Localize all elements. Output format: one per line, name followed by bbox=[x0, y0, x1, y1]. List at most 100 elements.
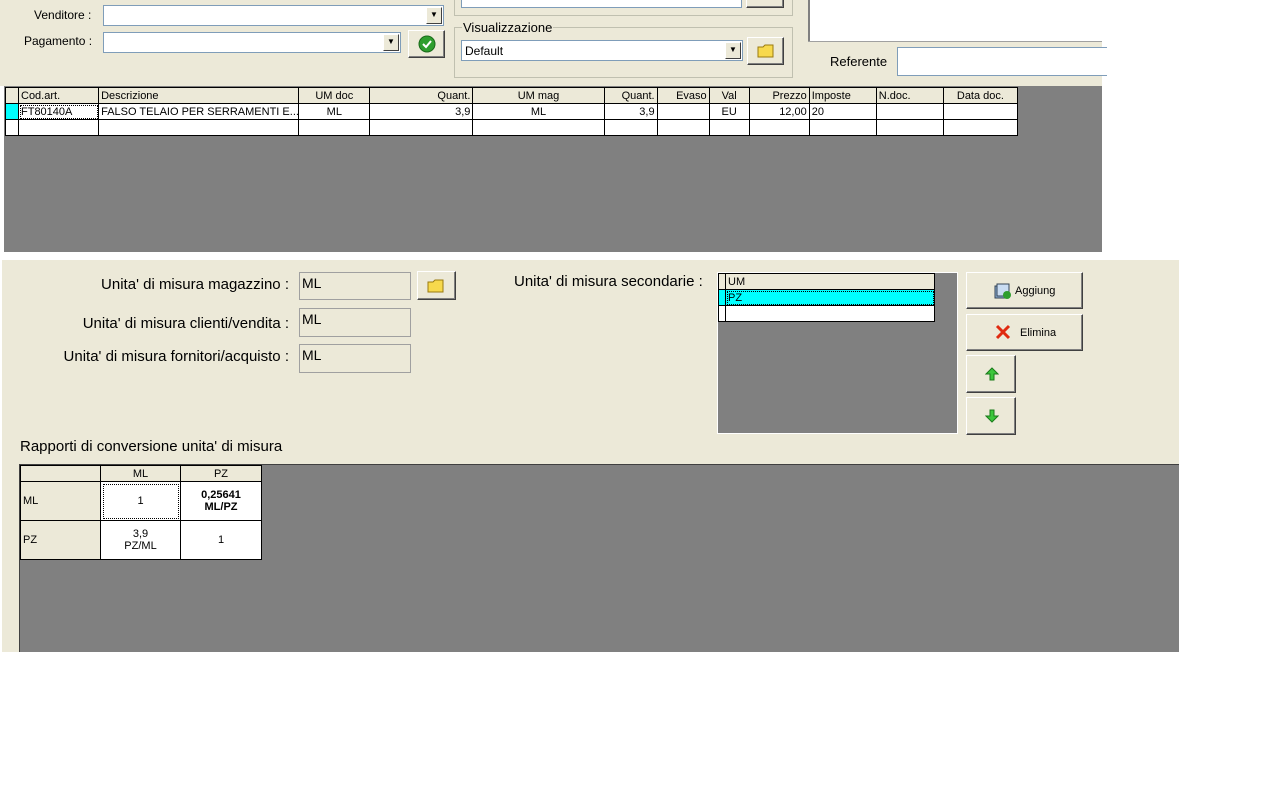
elimina-label: Elimina bbox=[1020, 327, 1057, 339]
cell-cod-art[interactable]: FT80140A bbox=[17, 103, 100, 120]
conversion-value: 1 bbox=[217, 534, 225, 546]
cell-quant[interactable]: 3,9 bbox=[369, 103, 474, 120]
cell-data-doc[interactable] bbox=[942, 119, 1019, 136]
cell-cod-art[interactable] bbox=[17, 119, 100, 136]
cell-prezzo[interactable]: 12,00 bbox=[748, 103, 810, 120]
col-header[interactable]: Val bbox=[708, 87, 750, 104]
um-secondaria-cell[interactable] bbox=[725, 305, 935, 322]
conversion-grid[interactable]: ML PZ ML 1 0,25641 ML/PZ PZ 3,9 PZ/ML 1 bbox=[20, 465, 262, 560]
col-header[interactable]: Data doc. bbox=[942, 87, 1019, 104]
cell-um-doc[interactable]: ML bbox=[298, 103, 371, 120]
chevron-down-icon[interactable]: ▼ bbox=[725, 42, 741, 59]
col-header[interactable]: ML bbox=[100, 465, 181, 482]
chevron-down-icon[interactable]: ▼ bbox=[426, 7, 442, 24]
um-vendita-field[interactable]: ML bbox=[299, 308, 411, 337]
upper-partial-field[interactable] bbox=[461, 0, 742, 8]
col-header[interactable]: Descrizione bbox=[98, 87, 300, 104]
cell-data-doc[interactable] bbox=[942, 103, 1019, 120]
cell-evaso[interactable] bbox=[656, 119, 710, 136]
chevron-down-icon[interactable]: ▼ bbox=[383, 34, 399, 51]
conversion-cell[interactable]: 0,25641 ML/PZ bbox=[180, 481, 262, 521]
col-header[interactable]: Evaso bbox=[656, 87, 710, 104]
conversion-unit: ML/PZ bbox=[204, 501, 238, 513]
row-indicator-header bbox=[5, 87, 19, 104]
aggiungi-button[interactable]: Aggiung bbox=[966, 272, 1083, 309]
cell-descrizione[interactable]: FALSO TELAIO PER SERRAMENTI E... bbox=[98, 103, 300, 120]
cell-evaso[interactable] bbox=[656, 103, 710, 120]
col-header[interactable]: Imposte bbox=[808, 87, 877, 104]
cell-imposte[interactable]: 20 bbox=[808, 103, 877, 120]
cell-val[interactable] bbox=[708, 119, 750, 136]
col-header[interactable]: Quant. bbox=[603, 87, 658, 104]
um-acquisto-field[interactable]: ML bbox=[299, 344, 411, 373]
col-header[interactable]: Prezzo bbox=[748, 87, 810, 104]
conversion-value: 3,9 bbox=[132, 528, 149, 540]
um-magazzino-folder-button[interactable] bbox=[417, 271, 456, 300]
cell-um-mag[interactable]: ML bbox=[472, 103, 605, 120]
top-right-divider bbox=[808, 0, 810, 42]
elimina-button[interactable]: Elimina bbox=[966, 314, 1083, 351]
pagamento-label: Pagamento : bbox=[24, 34, 93, 48]
row-header: ML bbox=[20, 481, 101, 521]
um-secondarie-header: UM bbox=[718, 273, 935, 290]
col-header[interactable]: UM mag bbox=[472, 87, 605, 104]
row-indicator[interactable] bbox=[5, 119, 19, 136]
row-indicator[interactable] bbox=[5, 103, 19, 120]
conversion-value: 0,25641 bbox=[201, 489, 241, 501]
col-header[interactable]: UM bbox=[725, 273, 935, 290]
conversion-value: 1 bbox=[137, 495, 144, 507]
referente-input[interactable] bbox=[897, 47, 1107, 76]
row-indicator[interactable] bbox=[718, 305, 726, 322]
conversion-cell[interactable]: 1 bbox=[100, 481, 181, 521]
um-magazzino-label: Unita' di misura magazzino : bbox=[101, 276, 289, 293]
cell-quant[interactable] bbox=[369, 119, 474, 136]
row-indicator[interactable] bbox=[718, 289, 726, 306]
arrow-down-icon bbox=[985, 409, 999, 423]
add-icon bbox=[994, 283, 1011, 299]
cell-text: PZ bbox=[728, 291, 743, 304]
um-secondarie-grid[interactable]: UM PZ bbox=[718, 273, 935, 322]
col-header[interactable]: PZ bbox=[180, 465, 262, 482]
table-row[interactable]: ML 1 0,25641 ML/PZ bbox=[20, 481, 262, 521]
col-header bbox=[20, 465, 101, 482]
um-secondaria-cell[interactable]: PZ bbox=[725, 289, 935, 306]
cell-text: FT80140A bbox=[21, 105, 73, 118]
cell-descrizione[interactable] bbox=[98, 119, 300, 136]
um-acquisto-value: ML bbox=[302, 347, 322, 363]
table-row[interactable]: PZ 3,9 PZ/ML 1 bbox=[20, 520, 262, 560]
um-vendita-value: ML bbox=[302, 311, 322, 327]
pagamento-combo[interactable]: ▼ bbox=[103, 32, 401, 53]
cell-imposte[interactable] bbox=[808, 119, 877, 136]
move-up-button[interactable] bbox=[966, 355, 1016, 393]
list-item[interactable] bbox=[718, 305, 935, 322]
cell-ndoc[interactable] bbox=[875, 103, 944, 120]
cell-val[interactable]: EU bbox=[708, 103, 750, 120]
cell-quant-mag[interactable] bbox=[603, 119, 658, 136]
conversion-cell[interactable]: 3,9 PZ/ML bbox=[100, 520, 181, 560]
cell-um-doc[interactable] bbox=[298, 119, 371, 136]
visualizzazione-folder-button[interactable] bbox=[747, 37, 784, 65]
cell-quant-mag[interactable]: 3,9 bbox=[603, 103, 658, 120]
col-header[interactable]: Cod.art. bbox=[17, 87, 100, 104]
um-magazzino-field[interactable]: ML bbox=[299, 272, 411, 300]
move-down-button[interactable] bbox=[966, 397, 1016, 435]
venditore-combo[interactable]: ▼ bbox=[103, 5, 444, 26]
table-row[interactable] bbox=[5, 119, 1019, 136]
upper-partial-button[interactable] bbox=[746, 0, 784, 8]
lines-grid-header: Cod.art. Descrizione UM doc Quant. UM ma… bbox=[5, 87, 1019, 104]
row-header: PZ bbox=[20, 520, 101, 560]
visualizzazione-combo[interactable]: Default ▼ bbox=[461, 40, 743, 61]
table-row[interactable]: FT80140A FALSO TELAIO PER SERRAMENTI E..… bbox=[5, 103, 1019, 120]
list-item[interactable]: PZ bbox=[718, 289, 935, 306]
confirm-pagamento-button[interactable] bbox=[408, 30, 445, 58]
cell-prezzo[interactable] bbox=[748, 119, 810, 136]
delete-x-icon bbox=[995, 324, 1011, 340]
cell-um-mag[interactable] bbox=[472, 119, 605, 136]
col-header[interactable]: UM doc bbox=[298, 87, 371, 104]
col-header[interactable]: Quant. bbox=[369, 87, 474, 104]
conversion-cell[interactable]: 1 bbox=[180, 520, 262, 560]
lines-grid[interactable]: Cod.art. Descrizione UM doc Quant. UM ma… bbox=[5, 87, 1019, 136]
aggiungi-label: Aggiung bbox=[1015, 285, 1056, 297]
col-header[interactable]: N.doc. bbox=[875, 87, 944, 104]
cell-ndoc[interactable] bbox=[875, 119, 944, 136]
